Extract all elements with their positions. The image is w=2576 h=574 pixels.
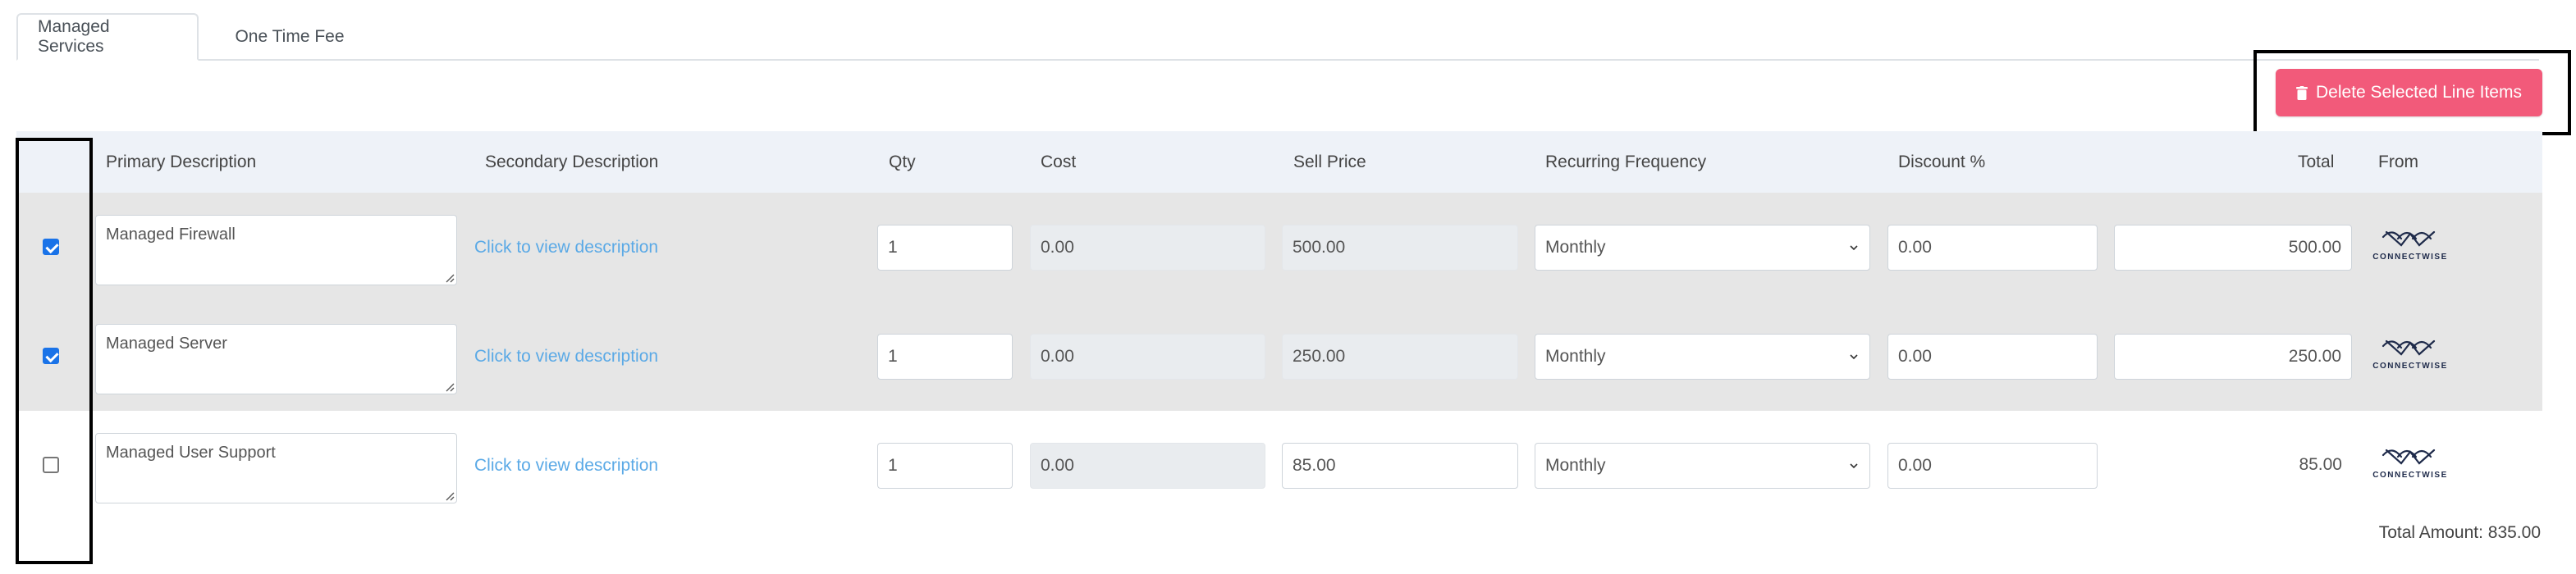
recurring-frequency-select[interactable]: Monthly	[1535, 443, 1870, 489]
connectwise-logo: CONNECTWISE	[2365, 338, 2455, 374]
sell-price-value: 250.00	[1293, 347, 1346, 366]
header-discount: Discount %	[1898, 152, 1986, 171]
sell-price-input: 250.00	[1282, 334, 1518, 380]
cost-input: 0.00	[1030, 443, 1265, 489]
header-cost: Cost	[1041, 152, 1077, 171]
qty-input[interactable]: 1	[877, 443, 1013, 489]
header-recurring-frequency: Recurring Frequency	[1545, 152, 1707, 171]
view-description-link[interactable]: Click to view description	[474, 347, 658, 367]
connectwise-logo: CONNECTWISE	[2365, 229, 2455, 265]
connectwise-logo-icon	[2382, 449, 2436, 465]
table-row: Managed Server Click to view description…	[16, 302, 2542, 411]
qty-input[interactable]: 1	[877, 334, 1013, 380]
resize-grip-icon[interactable]	[445, 491, 455, 501]
frequency-value: Monthly	[1545, 238, 1606, 257]
primary-description-textarea[interactable]: Managed User Support	[95, 433, 457, 503]
sell-price-input: 500.00	[1282, 225, 1518, 271]
cost-value: 0.00	[1041, 347, 1074, 366]
view-description-link[interactable]: Click to view description	[474, 456, 658, 476]
chevron-down-icon	[1850, 354, 1858, 360]
sell-price-input[interactable]: 85.00	[1282, 443, 1518, 489]
total-input[interactable]: 500.00	[2114, 225, 2352, 271]
header-primary-description: Primary Description	[106, 152, 257, 171]
vendor-name: CONNECTWISE	[2372, 471, 2448, 480]
header-from: From	[2378, 152, 2418, 171]
tab-bar: Managed Services One Time Fee	[16, 13, 2539, 61]
discount-value: 0.00	[1898, 238, 1932, 257]
vendor-name: CONNECTWISE	[2372, 362, 2448, 371]
connectwise-logo-icon	[2382, 230, 2436, 247]
view-description-link[interactable]: Click to view description	[474, 238, 658, 257]
cost-input: 0.00	[1030, 334, 1265, 380]
total-value: 250.00	[2288, 347, 2341, 366]
frequency-value: Monthly	[1545, 456, 1606, 475]
cost-input: 0.00	[1030, 225, 1265, 271]
vendor-name: CONNECTWISE	[2372, 253, 2448, 262]
delete-selected-button[interactable]: Delete Selected Line Items	[2276, 69, 2542, 116]
total-amount: Total Amount: 835.00	[2378, 523, 2541, 542]
primary-description-textarea[interactable]: Managed Server	[95, 324, 457, 394]
connectwise-logo: CONNECTWISE	[2365, 447, 2455, 483]
chevron-down-icon	[1850, 463, 1858, 469]
total-input[interactable]: 250.00	[2114, 334, 2352, 380]
tab-managed-services[interactable]: Managed Services	[16, 13, 199, 61]
table-row: Managed User Support Click to view descr…	[16, 411, 2542, 520]
cost-value: 0.00	[1041, 456, 1074, 475]
recurring-frequency-select[interactable]: Monthly	[1535, 334, 1870, 380]
connectwise-logo-icon	[2382, 339, 2436, 356]
discount-input[interactable]: 0.00	[1887, 443, 2098, 489]
sell-price-value: 500.00	[1293, 238, 1346, 257]
chevron-down-icon	[1850, 245, 1858, 251]
discount-value: 0.00	[1898, 347, 1932, 366]
frequency-value: Monthly	[1545, 347, 1606, 366]
primary-description-text: Managed Firewall	[106, 226, 236, 244]
total-value: 85.00	[2299, 455, 2342, 474]
header-secondary-description: Secondary Description	[485, 152, 659, 171]
resize-grip-icon[interactable]	[445, 273, 455, 283]
primary-description-textarea[interactable]: Managed Firewall	[95, 215, 457, 285]
table-header: Primary Description Secondary Descriptio…	[16, 131, 2542, 193]
checkbox-column-highlight	[16, 138, 93, 564]
delete-button-label: Delete Selected Line Items	[2316, 83, 2522, 102]
qty-value: 1	[888, 347, 898, 366]
header-sell-price: Sell Price	[1293, 152, 1366, 171]
discount-value: 0.00	[1898, 456, 1932, 475]
sell-price-value: 85.00	[1293, 456, 1336, 475]
tab-one-time-fee[interactable]: One Time Fee	[199, 13, 381, 61]
resize-grip-icon[interactable]	[445, 382, 455, 392]
trash-icon	[2296, 85, 2308, 100]
total-value: 500.00	[2288, 238, 2341, 257]
qty-input[interactable]: 1	[877, 225, 1013, 271]
cost-value: 0.00	[1041, 238, 1074, 257]
discount-input[interactable]: 0.00	[1887, 334, 2098, 380]
header-qty: Qty	[889, 152, 916, 171]
header-total: Total	[2298, 152, 2335, 171]
discount-input[interactable]: 0.00	[1887, 225, 2098, 271]
qty-value: 1	[888, 238, 898, 257]
table-row: Managed Firewall Click to view descripti…	[16, 193, 2542, 302]
primary-description-text: Managed Server	[106, 335, 227, 353]
recurring-frequency-select[interactable]: Monthly	[1535, 225, 1870, 271]
tab-label: One Time Fee	[235, 27, 345, 46]
primary-description-text: Managed User Support	[106, 444, 276, 462]
qty-value: 1	[888, 456, 898, 475]
tab-label: Managed Services	[38, 17, 110, 56]
